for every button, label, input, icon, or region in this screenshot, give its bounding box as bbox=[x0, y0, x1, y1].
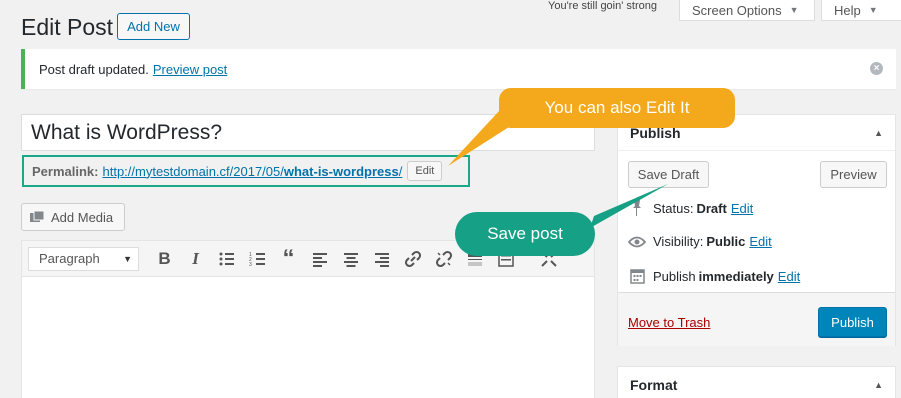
numbered-list-icon[interactable]: 123 bbox=[242, 245, 273, 273]
save-callout: Save post bbox=[455, 212, 595, 256]
italic-icon[interactable]: I bbox=[180, 245, 211, 273]
add-media-label: Add Media bbox=[51, 209, 114, 225]
align-center-icon[interactable] bbox=[335, 245, 366, 273]
move-to-trash-link[interactable]: Move to Trash bbox=[628, 315, 710, 330]
help-label: Help bbox=[834, 2, 861, 18]
page-title: Edit Post bbox=[21, 14, 114, 40]
align-left-icon[interactable] bbox=[304, 245, 335, 273]
bold-icon[interactable]: B bbox=[149, 245, 180, 273]
calendar-icon bbox=[628, 268, 646, 284]
format-select[interactable]: Paragraph ▼ bbox=[28, 246, 139, 271]
add-new-button[interactable]: Add New bbox=[117, 13, 190, 40]
svg-text:3: 3 bbox=[249, 262, 252, 268]
eye-icon bbox=[628, 236, 646, 248]
save-callout-pointer bbox=[590, 184, 668, 228]
screen-options-button[interactable]: Screen Options ▼ bbox=[679, 0, 815, 21]
help-button[interactable]: Help ▼ bbox=[821, 0, 901, 21]
update-notice: Post draft updated. Preview post × bbox=[21, 49, 896, 89]
publish-button[interactable]: Publish bbox=[818, 307, 887, 337]
caret-down-icon: ▼ bbox=[868, 5, 878, 15]
permalink-box: Permalink: http://mytestdomain.cf/2017/0… bbox=[22, 155, 470, 187]
blockquote-icon[interactable]: “ bbox=[273, 245, 304, 273]
format-box-title: Format bbox=[630, 377, 678, 393]
link-icon[interactable] bbox=[397, 245, 428, 273]
format-box: Format ▲ bbox=[617, 366, 896, 398]
publish-actions: Move to Trash Publish bbox=[618, 292, 895, 346]
publish-date-row: Publish immediately Edit bbox=[628, 268, 800, 284]
edit-visibility-link[interactable]: Edit bbox=[749, 234, 771, 249]
permalink-url[interactable]: http://mytestdomain.cf/2017/05/what-is-w… bbox=[102, 164, 402, 179]
bullet-list-icon[interactable] bbox=[211, 245, 242, 273]
edit-callout: You can also Edit It bbox=[499, 88, 735, 128]
preview-button[interactable]: Preview bbox=[820, 161, 887, 188]
preview-post-link[interactable]: Preview post bbox=[153, 62, 227, 77]
add-media-button[interactable]: Add Media bbox=[21, 203, 125, 231]
permalink-label: Permalink: bbox=[32, 163, 99, 179]
admin-tagline: You're still goin' strong bbox=[548, 0, 657, 12]
permalink-edit-button[interactable]: Edit bbox=[407, 161, 443, 181]
screen-options-label: Screen Options bbox=[692, 2, 782, 18]
media-icon bbox=[30, 210, 44, 222]
collapse-arrow-icon[interactable]: ▲ bbox=[874, 128, 883, 138]
collapse-arrow-icon[interactable]: ▲ bbox=[874, 380, 883, 390]
dismiss-icon[interactable]: × bbox=[870, 62, 883, 75]
align-right-icon[interactable] bbox=[366, 245, 397, 273]
notice-message: Post draft updated. bbox=[39, 61, 149, 77]
caret-down-icon: ▼ bbox=[123, 253, 132, 264]
format-box-header[interactable]: Format ▲ bbox=[618, 367, 895, 398]
edit-publish-date-link[interactable]: Edit bbox=[778, 269, 800, 284]
caret-down-icon: ▼ bbox=[789, 5, 799, 15]
unlink-icon[interactable] bbox=[428, 245, 459, 273]
edit-status-link[interactable]: Edit bbox=[731, 201, 753, 216]
visibility-row: Visibility: Public Edit bbox=[628, 234, 772, 249]
content-editor[interactable]: Paragraph ▼ B I 123 “ bbox=[21, 240, 595, 398]
